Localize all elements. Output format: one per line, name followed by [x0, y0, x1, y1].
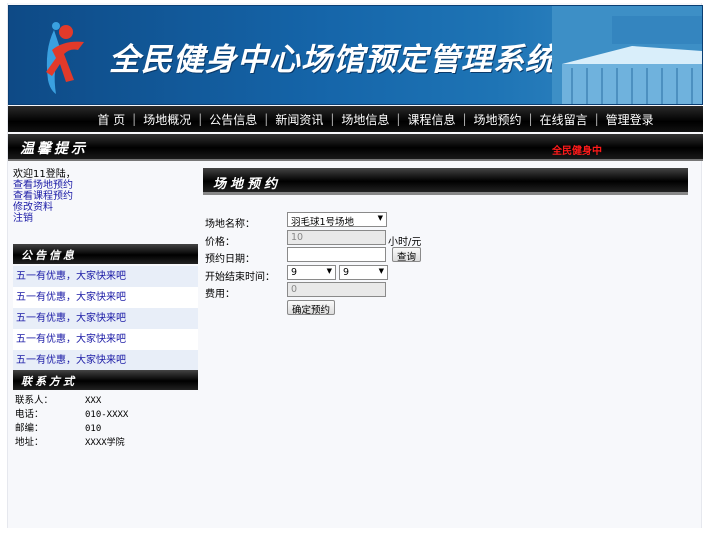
date-field[interactable] [287, 247, 386, 262]
contact-label: 电话： [15, 409, 44, 420]
booking-title: 场地预约 [213, 177, 282, 192]
welcome-text: 欢迎11登陆， [13, 169, 76, 180]
contact-value: XXX [85, 396, 102, 406]
fee-label: 费用： [205, 289, 235, 300]
notice-item[interactable]: 五一有优惠，大家快来吧 [13, 329, 198, 350]
view-venue-bookings-link[interactable]: 查看场地预约 [13, 180, 198, 191]
main-nav: 首 页 | 场地概况 | 公告信息 | 新闻资讯 | 场地信息 | 课程信息 | 场地预约 |… [8, 106, 703, 132]
notice-item[interactable]: 五一有优惠，大家快来吧 [13, 308, 198, 329]
edit-profile-link[interactable]: 修改资料 [13, 202, 198, 213]
logout-link[interactable]: 注销 [13, 213, 198, 224]
contact-label: 联系人： [15, 395, 54, 406]
tips-bar: 温馨提示 全民健身中 [8, 134, 703, 161]
user-panel: 欢迎11登陆， 查看场地预约 查看课程预约 修改资料 注销 [13, 169, 198, 224]
end-time-select[interactable]: 9 ▼ [339, 264, 388, 280]
site-banner: 全民健身中心场馆预定管理系统 [8, 5, 703, 105]
confirm-booking-button[interactable]: 确定预约 [287, 299, 336, 316]
price-label: 价格： [205, 236, 235, 248]
start-time-value: 9 [291, 266, 298, 278]
query-button[interactable]: 查询 [392, 247, 422, 263]
contact-label: 邮编： [15, 423, 44, 434]
tips-marquee: 全民健身中 [552, 146, 602, 157]
nav-venue-overview[interactable]: 场地概况 [136, 111, 198, 128]
nav-news[interactable]: 新闻资讯 [268, 111, 330, 128]
nav-announcements[interactable]: 公告信息 [202, 111, 264, 128]
nav-messages[interactable]: 在线留言 [533, 111, 595, 128]
price-field[interactable]: 10 [287, 229, 386, 245]
contact-label: 地址： [15, 437, 44, 448]
notice-item[interactable]: 五一有优惠，大家快来吧 [13, 266, 198, 287]
dropdown-arrow-icon: ▼ [377, 214, 383, 222]
contact-value: 010 [85, 424, 102, 434]
time-label: 开始结束时间： [205, 271, 275, 283]
notice-item[interactable]: 五一有优惠，大家快来吧 [13, 350, 198, 371]
site-title: 全民健身中心场馆预定管理系统 [109, 42, 557, 78]
contact-info: 联系人： XXX 电话： 010-XXXX 邮编： 010 地址： XXXX学院 [15, 394, 200, 450]
contact-row: 联系人： XXX [15, 394, 200, 408]
start-time-select[interactable]: 9 ▼ [287, 264, 336, 280]
price-unit: 小时/元 [388, 236, 422, 248]
nav-admin-login[interactable]: 管理登录 [599, 111, 661, 128]
notices-list: 五一有优惠，大家快来吧 五一有优惠，大家快来吧 五一有优惠，大家快来吧 五一有优… [13, 266, 198, 371]
notice-item[interactable]: 五一有优惠，大家快来吧 [13, 287, 198, 308]
contact-value: 010-XXXX [85, 410, 129, 420]
venue-select[interactable]: 羽毛球1号场地 ▼ [287, 212, 387, 228]
contact-value: XXXX学院 [85, 438, 125, 448]
page-frame: 全民健身中心场馆预定管理系统 首 页 | 场地概况 | 公告信息 | 新闻资讯 | 场地… [7, 3, 703, 528]
nav-home[interactable]: 首 页 [90, 111, 132, 128]
nav-courses[interactable]: 课程信息 [400, 111, 462, 128]
contact-row: 地址： XXXX学院 [15, 436, 200, 450]
booking-form: 场地名称： 羽毛球1号场地 ▼ 价格： 10 小时/元 预约日期： 查询 开始结… [205, 212, 685, 317]
date-label: 预约日期： [205, 254, 255, 265]
dropdown-arrow-icon: ▼ [326, 266, 332, 275]
fitness-logo-icon [46, 22, 84, 94]
view-course-bookings-link[interactable]: 查看课程预约 [13, 191, 198, 202]
nav-venue-info[interactable]: 场地信息 [334, 111, 396, 128]
fee-field[interactable]: 0 [287, 282, 386, 297]
tips-title: 温馨提示 [20, 141, 88, 157]
contact-row: 邮编： 010 [15, 422, 200, 436]
nav-venue-booking[interactable]: 场地预约 [467, 111, 529, 128]
contact-header: 联系方式 [13, 370, 198, 390]
end-time-value: 9 [343, 266, 350, 278]
venue-label: 场地名称： [205, 219, 255, 230]
booking-header: 场地预约 [203, 168, 688, 195]
stadium-building-image [552, 6, 702, 104]
venue-select-value: 羽毛球1号场地 [291, 217, 355, 228]
dropdown-arrow-icon: ▼ [378, 266, 384, 275]
notices-header: 公告信息 [13, 244, 198, 264]
contact-row: 电话： 010-XXXX [15, 408, 200, 422]
